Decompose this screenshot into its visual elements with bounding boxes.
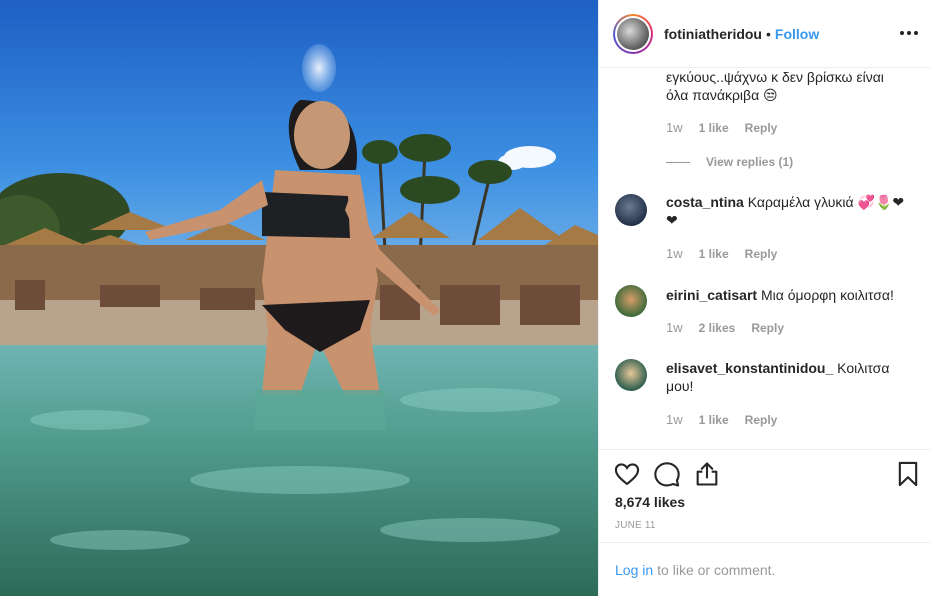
comment-likes[interactable]: 1 like [699, 121, 729, 135]
comment-text: εγκύους..ψάχνω κ δεν βρίσκω είναι όλα πα… [666, 69, 884, 103]
follow-button[interactable]: Follow [775, 26, 819, 42]
commenter-avatar[interactable] [615, 285, 647, 317]
comment-body: costa_ntina Καραμέλα γλυκιά 💞🌷❤ ❤ [666, 193, 911, 229]
comment-text: Μια όμορφη κοιλιτσα! [760, 287, 894, 303]
comments-list[interactable]: εγκύους..ψάχνω κ δεν βρίσκω είναι όλα πα… [599, 68, 931, 449]
commenter-username[interactable]: eirini_catisart [666, 287, 757, 303]
view-replies-label: View replies (1) [706, 155, 794, 169]
reply-button[interactable]: Reply [745, 247, 778, 261]
comment-meta: 1w 1 like Reply [666, 120, 777, 135]
comment-likes[interactable]: 2 likes [699, 321, 736, 335]
comment-icon[interactable] [653, 460, 681, 488]
share-icon[interactable] [693, 460, 721, 488]
author-avatar-image [617, 17, 649, 50]
comment-meta: 1w 1 like Reply [666, 412, 777, 427]
commenter-username[interactable]: elisavet_konstantinidou_ [666, 360, 833, 376]
action-bar [599, 449, 931, 499]
replies-line [666, 161, 690, 163]
comment-body: eirini_catisart Μια όμορφη κοιλιτσα! [666, 286, 911, 304]
author-avatar[interactable] [613, 13, 653, 54]
commenter-avatar[interactable] [615, 194, 647, 226]
comment-time[interactable]: 1w [666, 320, 683, 335]
beach-photo-illustration [0, 0, 598, 596]
commenter-avatar[interactable] [615, 359, 647, 391]
more-options-icon[interactable] [900, 24, 918, 42]
author-username[interactable]: fotiniatheridou [664, 26, 762, 42]
post-date[interactable]: JUNE 11 [615, 520, 656, 531]
comment-likes[interactable]: 1 like [699, 247, 729, 261]
comment-likes[interactable]: 1 like [699, 413, 729, 427]
reply-button[interactable]: Reply [751, 321, 784, 335]
login-prompt: Log in to like or comment. [599, 542, 931, 596]
comment-body: elisavet_konstantinidou_ Κοιλιτσα μου! [666, 359, 901, 395]
post-header: fotiniatheridou • Follow [599, 0, 931, 68]
reply-button[interactable]: Reply [745, 413, 778, 427]
comment-time[interactable]: 1w [666, 246, 683, 261]
post-side-panel: fotiniatheridou • Follow εγκύους..ψάχνω … [598, 0, 931, 596]
comment-meta: 1w 1 like Reply [666, 246, 777, 261]
comment-time[interactable]: 1w [666, 120, 683, 135]
login-prompt-text: to like or comment. [657, 561, 776, 578]
comment-meta: 1w 2 likes Reply [666, 320, 784, 335]
login-link[interactable]: Log in [615, 562, 653, 578]
commenter-username[interactable]: costa_ntina [666, 194, 744, 210]
header-separator: • [766, 25, 771, 42]
view-replies-button[interactable]: View replies (1) [666, 155, 793, 169]
bookmark-icon[interactable] [894, 460, 922, 488]
likes-count[interactable]: 8,674 likes [615, 494, 685, 510]
heart-icon[interactable] [613, 460, 641, 488]
reply-button[interactable]: Reply [745, 121, 778, 135]
post-photo[interactable] [0, 0, 598, 596]
comment-time[interactable]: 1w [666, 412, 683, 427]
